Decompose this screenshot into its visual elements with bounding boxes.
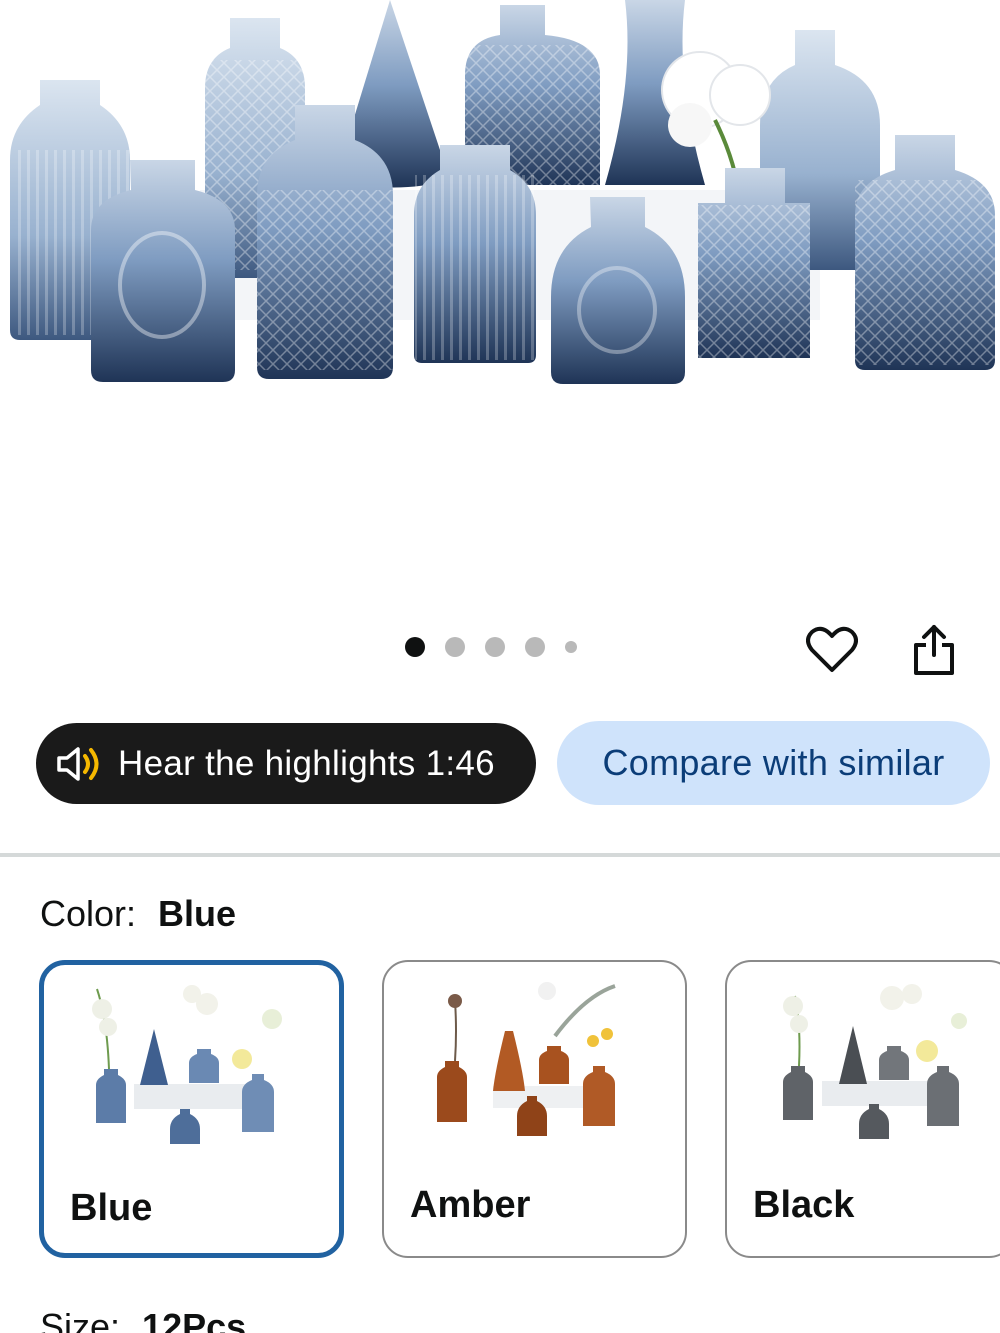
image-carousel-dots[interactable] bbox=[405, 637, 597, 657]
color-swatch-amber[interactable]: Amber bbox=[382, 960, 687, 1258]
carousel-dot[interactable] bbox=[405, 637, 425, 657]
carousel-dot[interactable] bbox=[485, 637, 505, 657]
swatch-thumbnail bbox=[44, 979, 339, 1179]
swatch-name: Blue bbox=[70, 1187, 153, 1229]
heart-icon bbox=[806, 626, 858, 672]
hear-highlights-button[interactable]: Hear the highlights 1:46 bbox=[36, 723, 536, 804]
swatch-name: Black bbox=[753, 1184, 855, 1226]
selected-color-value: Blue bbox=[158, 893, 237, 934]
selected-size-value: 12Pcs bbox=[142, 1306, 247, 1333]
color-swatch-blue[interactable]: Blue bbox=[39, 960, 344, 1258]
carousel-dot[interactable] bbox=[525, 637, 545, 657]
share-button[interactable] bbox=[906, 620, 962, 680]
color-swatch-black[interactable]: Black bbox=[725, 960, 1000, 1258]
compare-with-similar-button[interactable]: Compare with similar bbox=[557, 721, 990, 805]
amber-vases-thumbnail bbox=[436, 982, 616, 1136]
swatch-name: Amber bbox=[410, 1184, 531, 1226]
product-image[interactable] bbox=[0, 0, 1000, 600]
color-variation-label: Color: Blue bbox=[40, 893, 236, 935]
carousel-dot[interactable] bbox=[565, 641, 577, 653]
section-divider bbox=[0, 853, 1000, 857]
speaker-icon bbox=[57, 746, 99, 781]
vase-set-photo bbox=[10, 0, 995, 384]
size-variation-label: Size: 12Pcs bbox=[40, 1306, 246, 1333]
black-vases-thumbnail bbox=[783, 984, 967, 1139]
share-icon bbox=[914, 625, 954, 675]
color-label-text: Color: bbox=[40, 893, 137, 934]
swatch-thumbnail bbox=[384, 976, 685, 1176]
compare-label: Compare with similar bbox=[602, 742, 945, 783]
size-label-text: Size: bbox=[40, 1306, 121, 1333]
swatch-thumbnail bbox=[727, 976, 1000, 1176]
blue-vases-thumbnail bbox=[91, 985, 282, 1144]
add-to-wishlist-button[interactable] bbox=[804, 622, 860, 678]
carousel-dot[interactable] bbox=[445, 637, 465, 657]
hear-highlights-label: Hear the highlights 1:46 bbox=[118, 743, 495, 783]
